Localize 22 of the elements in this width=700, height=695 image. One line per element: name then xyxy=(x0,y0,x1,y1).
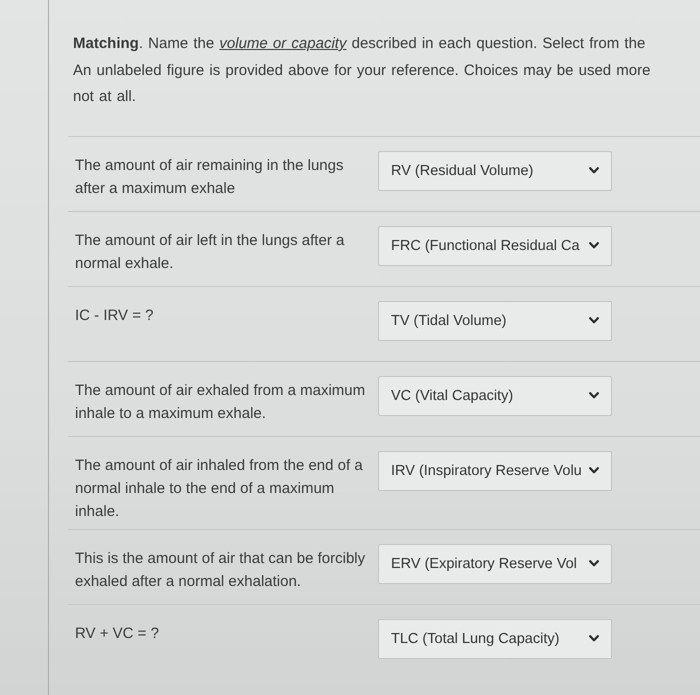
answer-dropdown[interactable]: VC (Vital Capacity) xyxy=(378,376,612,416)
chevron-down-icon xyxy=(589,317,599,324)
answer-dropdown[interactable]: FRC (Functional Residual Ca xyxy=(378,226,612,266)
question-text: The amount of air left in the lungs after a normal exhale. xyxy=(74,230,346,274)
chevron-down-icon xyxy=(589,392,599,399)
question-text: IC - IRV = ? xyxy=(74,306,155,326)
chevron-down-icon xyxy=(589,167,599,174)
answer-dropdown[interactable]: TV (Tidal Volume) xyxy=(378,300,612,340)
question-text: The amount of air exhaled from a maximum inhale to a maximum exhale. xyxy=(74,380,366,424)
question-text: This is the amount of air that can be forcibly exhaled after a normal exhalation. xyxy=(74,548,366,592)
instructions-text: Matching. Name the volume or capacity described in each question. Select from the An unlabeled figure is provided above for your reference. Choices may be used more not at all. xyxy=(73,34,652,107)
answer-dropdown[interactable]: RV (Residual Volume) xyxy=(378,150,612,190)
chevron-down-icon xyxy=(589,635,599,642)
answer-dropdown[interactable]: TLC (Total Lung Capacity) xyxy=(378,618,612,658)
answer-dropdown[interactable]: IRV (Inspiratory Reserve Volu xyxy=(378,450,612,490)
chevron-down-icon xyxy=(589,242,599,249)
question-text: RV + VC = ? xyxy=(74,624,160,644)
question-text: The amount of air remaining in the lungs after a maximum exhale xyxy=(74,156,344,198)
question-text: The amount of air inhaled from the end of a normal inhale to the end of a maximum inhale. xyxy=(74,456,364,522)
chevron-down-icon xyxy=(589,560,599,567)
chevron-down-icon xyxy=(589,467,599,474)
answer-dropdown[interactable]: ERV (Expiratory Reserve Vol xyxy=(378,544,612,584)
